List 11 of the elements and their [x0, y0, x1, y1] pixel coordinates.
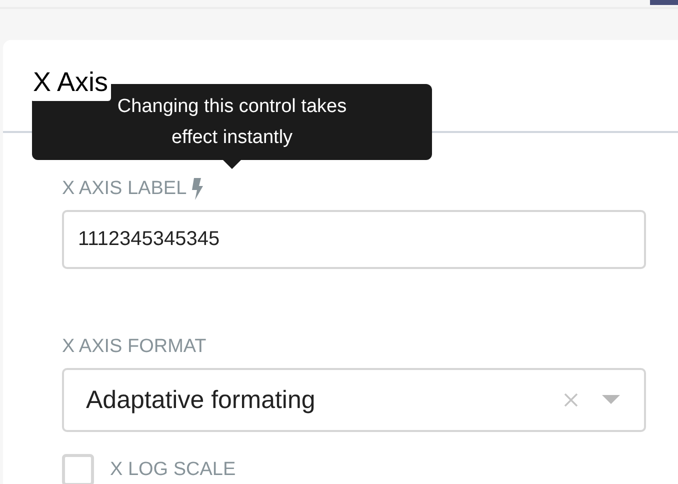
text-input[interactable]: 1112345345345	[62, 210, 646, 269]
tab-indicator	[650, 0, 678, 5]
checkbox[interactable]	[62, 454, 94, 484]
field-label: X AXIS LABEL	[62, 178, 187, 200]
clear-icon[interactable]	[564, 393, 578, 407]
caret-icon[interactable]	[602, 395, 620, 405]
format-select[interactable]: Adaptative formating	[62, 368, 646, 432]
tooltip-arrow	[223, 160, 241, 169]
checkbox-label: X LOG SCALE	[110, 458, 236, 482]
field-label: X AXIS FORMAT	[62, 336, 206, 358]
select-value: Adaptative formating	[86, 386, 316, 414]
